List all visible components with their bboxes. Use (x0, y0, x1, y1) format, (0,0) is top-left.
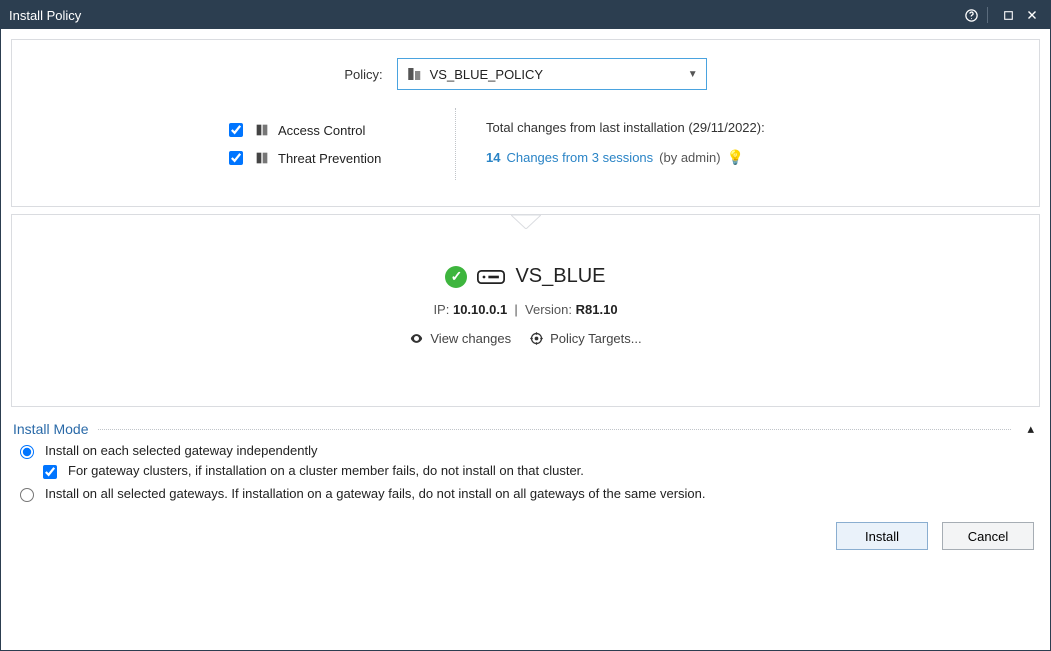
content-area: Policy: VS_BLUE_POLICY ▼ Access Control (1, 29, 1050, 650)
changes-summary: Total changes from last installation (29… (486, 120, 826, 135)
threat-prevention-icon (254, 150, 270, 166)
install-policy-window: Install Policy Policy: VS_BLUE_POLICY ▼ (0, 0, 1051, 651)
mode-all-radio[interactable] (20, 488, 34, 502)
collapse-section-icon[interactable]: ▴ (1021, 421, 1040, 437)
policy-panel: Policy: VS_BLUE_POLICY ▼ Access Control (11, 39, 1040, 207)
cancel-button[interactable]: Cancel (942, 522, 1034, 550)
titlebar-separator (987, 7, 988, 23)
gateway-actions: View changes Policy Targets... (409, 331, 641, 346)
gateway-details: IP: 10.10.0.1 | Version: R81.10 (433, 302, 617, 317)
access-control-checkbox-row[interactable]: Access Control (225, 120, 425, 140)
changes-by: (by admin) (659, 150, 720, 165)
target-icon (529, 331, 544, 346)
blades-column: Access Control Threat Prevention (225, 108, 425, 180)
mode-cluster-subrow[interactable]: For gateway clusters, if installation on… (39, 463, 1036, 482)
changes-column: Total changes from last installation (29… (486, 108, 826, 180)
close-icon[interactable] (1022, 5, 1042, 25)
threat-prevention-checkbox[interactable] (229, 151, 243, 165)
eye-icon (409, 331, 424, 346)
mode-cluster-label: For gateway clusters, if installation on… (68, 463, 584, 478)
mode-independent-label: Install on each selected gateway indepen… (45, 443, 317, 458)
access-control-label: Access Control (278, 123, 365, 138)
policy-targets-link[interactable]: Policy Targets... (529, 331, 642, 346)
policy-dropdown[interactable]: VS_BLUE_POLICY ▼ (397, 58, 707, 90)
view-changes-link[interactable]: View changes (409, 331, 511, 346)
threat-prevention-label: Threat Prevention (278, 151, 381, 166)
policy-label: Policy: (344, 67, 382, 82)
dialog-footer: Install Cancel (11, 516, 1040, 550)
gateway-panel: ✓ VS_BLUE IP: 10.10.0.1 | Version: R81.1… (11, 214, 1040, 407)
threat-prevention-checkbox-row[interactable]: Threat Prevention (225, 148, 425, 168)
changes-count: 14 (486, 150, 500, 165)
help-icon[interactable] (961, 5, 981, 25)
gateway-icon (477, 267, 505, 287)
chevron-down-icon: ▼ (688, 69, 698, 80)
window-title: Install Policy (9, 8, 81, 23)
policy-icon (406, 65, 424, 83)
gateway-header: ✓ VS_BLUE (445, 265, 605, 288)
access-control-checkbox[interactable] (229, 123, 243, 137)
maximize-icon[interactable] (998, 5, 1018, 25)
lightbulb-icon: 💡 (727, 149, 744, 166)
mode-independent-radio[interactable] (20, 445, 34, 459)
mode-all-row[interactable]: Install on all selected gateways. If ins… (15, 486, 1036, 502)
status-ok-icon: ✓ (445, 266, 467, 288)
column-separator (455, 108, 456, 180)
policy-dropdown-text: VS_BLUE_POLICY (430, 67, 688, 82)
titlebar: Install Policy (1, 1, 1050, 29)
mode-all-label: Install on all selected gateways. If ins… (45, 486, 705, 501)
install-mode-heading: Install Mode (13, 421, 88, 437)
install-button[interactable]: Install (836, 522, 928, 550)
changes-sessions-link[interactable]: Changes from 3 sessions (506, 150, 653, 165)
access-control-icon (254, 122, 270, 138)
section-dots (98, 429, 1011, 430)
gateway-name: VS_BLUE (515, 265, 605, 288)
install-mode-section: Install Mode ▴ Install on each selected … (11, 417, 1040, 506)
changes-detail: 14 Changes from 3 sessions (by admin) 💡 (486, 149, 826, 166)
mode-independent-row[interactable]: Install on each selected gateway indepen… (15, 443, 1036, 459)
mode-cluster-checkbox[interactable] (43, 465, 57, 479)
